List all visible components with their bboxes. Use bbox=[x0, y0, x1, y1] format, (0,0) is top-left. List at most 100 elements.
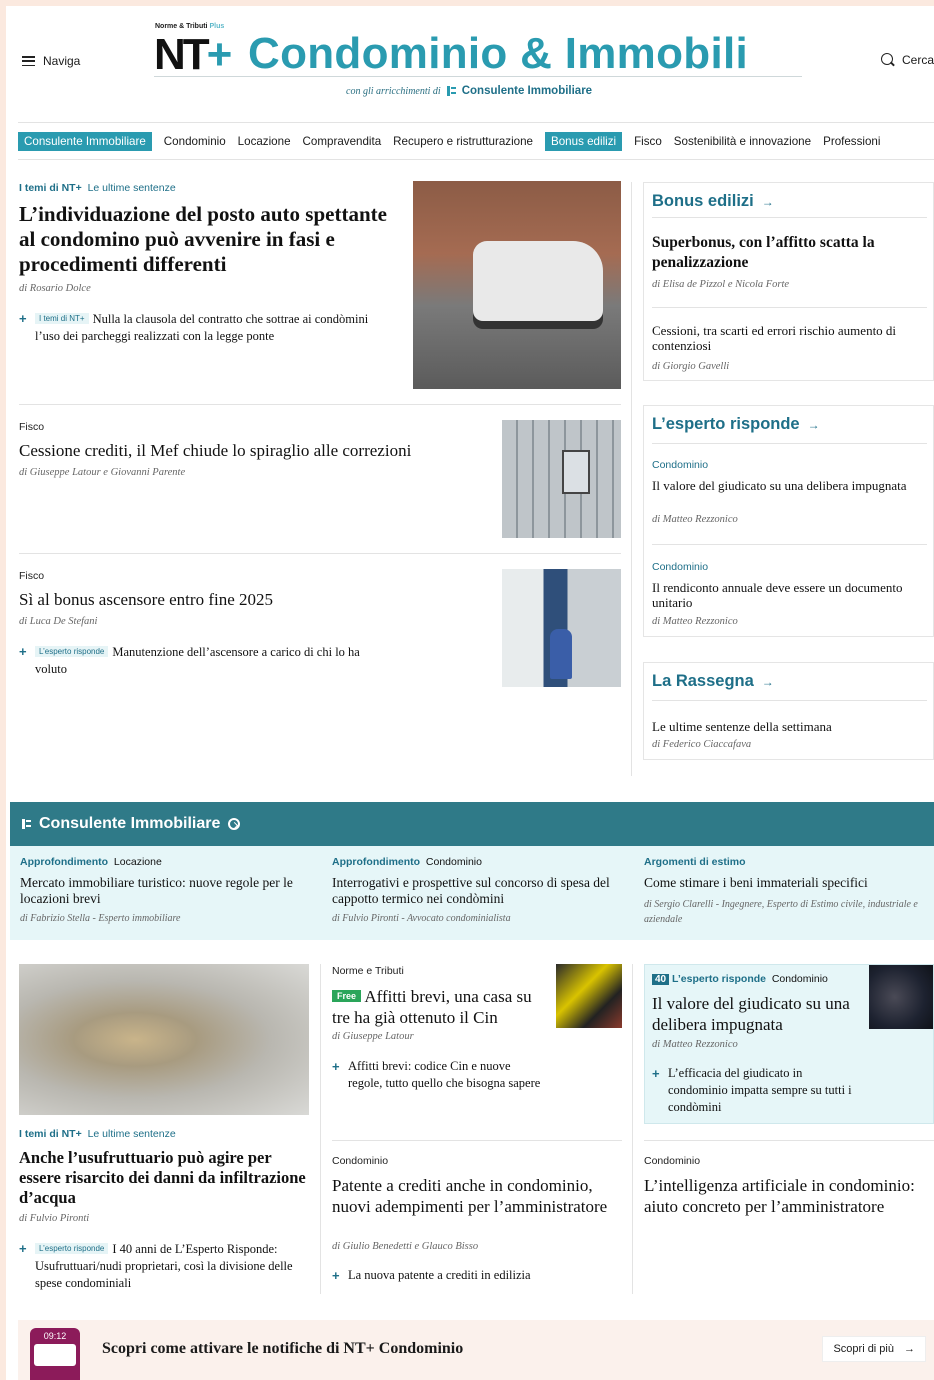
article-title[interactable]: Patente a crediti anche in condominio, n… bbox=[332, 1175, 622, 1217]
consulente-byline: di Sergio Clarelli - Ingegnere, Esperto … bbox=[644, 899, 918, 925]
logo-divider bbox=[154, 76, 802, 77]
article-title-text: Affitti brevi, una casa su tre ha già ot… bbox=[332, 987, 532, 1027]
article-image[interactable] bbox=[869, 965, 933, 1029]
article-byline: di Giuseppe Latour bbox=[332, 1031, 414, 1042]
article-title[interactable]: L’intelligenza artificiale in condominio… bbox=[644, 1175, 929, 1217]
page: Naviga Norme & Tributi Plus NT+ Condomin… bbox=[6, 6, 934, 1380]
divider bbox=[652, 307, 927, 308]
article-byline: di Fulvio Pironti bbox=[19, 1213, 90, 1224]
divider bbox=[19, 553, 621, 554]
column-divider bbox=[632, 964, 633, 1294]
logo-subtitle: con gli arricchimenti di Consulente Immo… bbox=[346, 85, 592, 97]
kicker-sub-link[interactable]: Le ultime sentenze bbox=[88, 182, 176, 194]
related-link[interactable]: + L’esperto risponde Manutenzione dell’asc… bbox=[19, 643, 394, 678]
divider bbox=[652, 544, 927, 545]
menu-label: Naviga bbox=[43, 54, 81, 68]
related-link[interactable]: + L’efficacia del giudicato in condominio… bbox=[652, 1065, 862, 1116]
consulente-title[interactable]: Interrogativi e prospettive sul concorso… bbox=[332, 875, 622, 907]
plus-icon: + bbox=[332, 1059, 340, 1074]
related-text: L’efficacia del giudicato in condominio … bbox=[668, 1066, 852, 1114]
kicker-link[interactable]: I temi di NT+ bbox=[19, 182, 82, 194]
article-title[interactable]: Anche l’usufruttuario può agire per esse… bbox=[19, 1148, 309, 1208]
sidebar-heading[interactable]: Bonus edilizi → bbox=[644, 183, 933, 211]
sidebar-title[interactable]: Il valore del giudicato su una delibera … bbox=[652, 478, 922, 493]
related-link[interactable]: + Affitti brevi: codice Cin e nuove regol… bbox=[332, 1058, 542, 1092]
sidebar-heading[interactable]: La Rassegna → bbox=[644, 663, 933, 691]
arrow-right-icon: → bbox=[807, 417, 820, 432]
consulente-byline: di Fabrizio Stella - Esperto immobiliare bbox=[20, 913, 181, 924]
nt-logo-plus: + bbox=[206, 30, 233, 79]
section-nav: Consulente Immobiliare Condominio Locazi… bbox=[18, 122, 934, 160]
sidebar-byline: di Giorgio Gavelli bbox=[652, 361, 730, 372]
nav-item-locazione[interactable]: Locazione bbox=[238, 132, 291, 151]
nav-item-condominio[interactable]: Condominio bbox=[164, 132, 226, 151]
site-title[interactable]: Condominio & Immobili bbox=[248, 30, 748, 78]
article-byline: di Giuseppe Latour e Giovanni Parente bbox=[19, 467, 186, 478]
column-divider bbox=[631, 182, 632, 776]
kicker-sub-link[interactable]: Le ultime sentenze bbox=[88, 1128, 176, 1140]
related-link[interactable]: + La nuova patente a crediti in edilizia bbox=[332, 1267, 622, 1284]
nav-item-consulente[interactable]: Consulente Immobiliare bbox=[18, 131, 152, 151]
article-byline: di Rosario Dolce bbox=[19, 283, 91, 294]
search-button[interactable]: Cerca bbox=[880, 53, 934, 67]
nav-item-compravendita[interactable]: Compravendita bbox=[303, 132, 382, 151]
menu-button[interactable]: Naviga bbox=[22, 54, 80, 68]
article-image[interactable] bbox=[502, 569, 621, 687]
article-byline: di Giulio Benedetti e Glauco Bisso bbox=[332, 1241, 479, 1252]
related-text: La nuova patente a crediti in edilizia bbox=[348, 1268, 531, 1282]
plus-icon: + bbox=[652, 1066, 660, 1081]
logo-top-label: Norme & Tributi Plus bbox=[155, 23, 224, 30]
related-link[interactable]: + L’esperto risponde I 40 anni de L’Espert… bbox=[19, 1240, 309, 1292]
consulente-title[interactable]: Mercato immobiliare turistico: nuove reg… bbox=[20, 875, 310, 907]
article-title[interactable]: Sì al bonus ascensore entro fine 2025 bbox=[19, 589, 479, 610]
kicker-link[interactable]: I temi di NT+ bbox=[19, 1128, 82, 1140]
nt-logo[interactable]: NT+ bbox=[154, 30, 233, 79]
logo-top-text: Norme & Tributi bbox=[155, 23, 208, 30]
sidebar-title[interactable]: Superbonus, con l’affitto scatta la pena… bbox=[652, 233, 927, 273]
card-title[interactable]: Il valore del giudicato su una delibera … bbox=[652, 993, 852, 1035]
consulente-card: Approfondimento Locazione Mercato immobi… bbox=[20, 856, 310, 924]
discover-more-button[interactable]: Scopri di più → bbox=[822, 1336, 926, 1362]
divider bbox=[19, 404, 621, 405]
card-kicker-main: L’esperto risponde bbox=[672, 973, 766, 985]
article-image[interactable] bbox=[413, 181, 621, 389]
consulente-band-header[interactable]: Consulente Immobiliare bbox=[10, 802, 934, 846]
logo-sub-prefix: con gli arricchimenti di bbox=[346, 85, 441, 97]
consulente-title[interactable]: Come stimare i beni immateriali specific… bbox=[644, 875, 924, 891]
sidebar-title[interactable]: Il rendiconto annuale deve essere un doc… bbox=[652, 580, 922, 610]
consulente-kicker: Approfondimento Condominio bbox=[332, 856, 622, 868]
nav-item-bonus[interactable]: Bonus edilizi bbox=[545, 131, 623, 151]
arrow-right-icon: → bbox=[761, 194, 774, 209]
column-divider bbox=[320, 964, 321, 1294]
related-link[interactable]: + I temi di NT+ Nulla la clausola del cont… bbox=[19, 310, 394, 345]
article-image[interactable] bbox=[502, 420, 621, 538]
site-header: Naviga Norme & Tributi Plus NT+ Condomin… bbox=[6, 6, 934, 118]
related-tag: L’esperto risponde bbox=[35, 1243, 109, 1254]
nav-item-recupero[interactable]: Recupero e ristrutturazione bbox=[393, 132, 533, 151]
sidebar-title[interactable]: Cessioni, tra scarti ed errori rischio a… bbox=[652, 323, 932, 353]
article-title[interactable]: Cessione crediti, il Mef chiude lo spira… bbox=[19, 440, 479, 461]
sidebar-heading-text: Bonus edilizi bbox=[652, 192, 754, 210]
nt-logo-text: NT bbox=[154, 30, 210, 79]
consulente-logo-icon bbox=[22, 819, 31, 829]
nav-item-sostenibilita[interactable]: Sostenibilità e innovazione bbox=[674, 132, 811, 151]
article-kicker: Norme e Tributi bbox=[332, 965, 404, 977]
sidebar-heading[interactable]: L’esperto risponde → bbox=[644, 406, 933, 434]
divider bbox=[652, 700, 927, 701]
consulente-card: Approfondimento Condominio Interrogativi… bbox=[332, 856, 622, 924]
article-title[interactable]: L’individuazione del posto auto spettant… bbox=[19, 202, 404, 277]
phone-screen bbox=[34, 1344, 76, 1366]
search-label: Cerca bbox=[901, 53, 934, 67]
nav-item-fisco[interactable]: Fisco bbox=[634, 132, 662, 151]
article-image[interactable] bbox=[19, 964, 309, 1115]
article-image[interactable] bbox=[556, 964, 622, 1028]
consulente-byline: di Fulvio Pironti - Avvocato condominial… bbox=[332, 913, 511, 924]
consulente-kicker: Argomenti di estimo bbox=[644, 856, 924, 868]
hamburger-icon bbox=[22, 56, 35, 66]
article-title[interactable]: Free Affitti brevi, una casa su tre ha g… bbox=[332, 986, 552, 1028]
sidebar-title[interactable]: Le ultime sentenze della settimana bbox=[652, 718, 922, 735]
sidebar-byline: di Federico Ciaccafava bbox=[652, 739, 752, 750]
consulente-kicker-sub: Condominio bbox=[425, 856, 482, 868]
article-kicker: I temi di NT+ Le ultime sentenze bbox=[19, 182, 176, 194]
nav-item-professioni[interactable]: Professioni bbox=[823, 132, 880, 151]
